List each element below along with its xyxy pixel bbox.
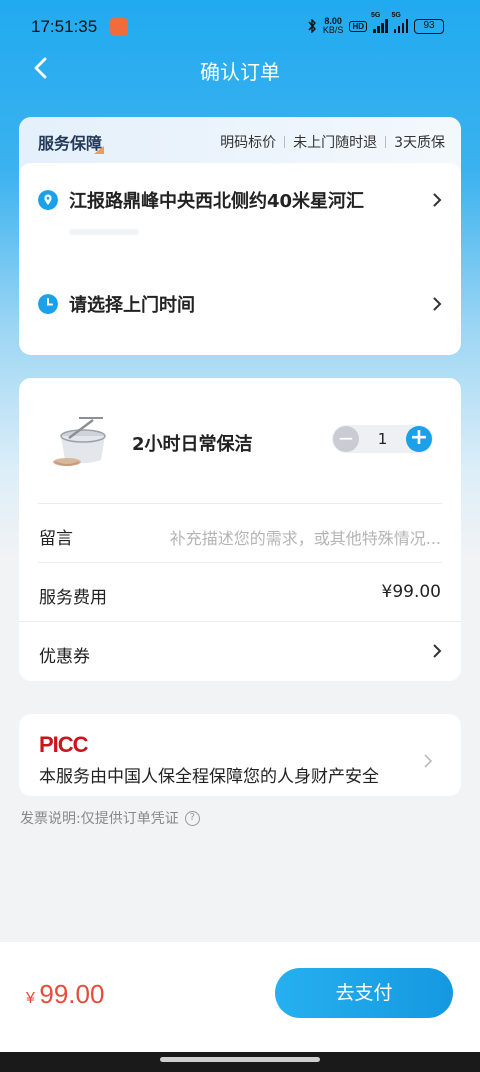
- battery-icon: 93: [414, 18, 444, 34]
- fee-value: ¥99.00: [381, 582, 441, 602]
- hd-icon: HD: [349, 20, 367, 32]
- picc-logo: PICC: [39, 732, 89, 757]
- mop-bucket-image: [53, 417, 106, 466]
- currency-symbol: ¥: [26, 990, 35, 1007]
- invoice-note: 发票说明:仅提供订单凭证 ?: [20, 808, 200, 828]
- system-nav-bar: [0, 1052, 480, 1072]
- divider: [38, 562, 442, 563]
- service-name: 2小时日常保洁: [132, 434, 253, 455]
- guarantee-item: 明码标价: [220, 135, 277, 151]
- address-text: 江报路鼎峰中央西北侧约40米星河汇: [69, 191, 365, 212]
- service-card: 2小时日常保洁 − 1 + 留言 补充描述您的需求，或其他特殊情况... 服务费…: [19, 378, 461, 681]
- divider: [385, 136, 387, 148]
- chevron-right-icon: [433, 297, 442, 311]
- message-label: 留言: [39, 529, 73, 549]
- guarantee-item: 3天质保: [394, 135, 445, 151]
- status-bar: 17:51:35 8.00 KB/S HD 5G 5G 93: [0, 0, 480, 48]
- signal-label-2: 5G: [391, 12, 401, 19]
- guarantee-title: 服务保障: [38, 130, 102, 154]
- signal-icon-1: 5G: [371, 12, 388, 33]
- guarantee-items: 明码标价 未上门随时退 3天质保: [220, 132, 445, 152]
- total-price: ¥ 99.00: [26, 979, 104, 1010]
- chevron-right-icon: [433, 193, 442, 207]
- status-time: 17:51:35: [31, 17, 98, 36]
- location-pin-icon: [38, 190, 58, 210]
- chevron-right-icon: [433, 644, 442, 658]
- total-amount: 99.00: [39, 979, 105, 1009]
- invoice-text: 发票说明:仅提供订单凭证: [20, 811, 179, 827]
- divider: [19, 621, 461, 622]
- speed-unit: KB/S: [322, 25, 344, 35]
- quantity-stepper: − 1 +: [332, 425, 433, 453]
- time-prompt: 请选择上门时间: [69, 295, 195, 316]
- insurance-text: 本服务由中国人保全程保障您的人身财产安全: [39, 767, 379, 787]
- header: 确认订单: [0, 48, 480, 90]
- network-speed: 8.00 KB/S: [323, 17, 344, 35]
- bluetooth-icon: [308, 19, 316, 33]
- pay-button[interactable]: 去支付: [275, 968, 453, 1018]
- insurance-card[interactable]: PICC 本服务由中国人保全程保障您的人身财产安全: [19, 714, 461, 796]
- clock-icon: [38, 294, 58, 314]
- divider: [38, 503, 442, 504]
- address-detail-placeholder: [69, 229, 139, 235]
- help-icon[interactable]: ?: [184, 810, 200, 826]
- coupon-label: 优惠券: [39, 647, 90, 667]
- app-notification-icon: [110, 18, 128, 36]
- signal-icon-2: 5G: [392, 12, 408, 33]
- status-indicators: 8.00 KB/S HD 5G 5G 93: [307, 12, 444, 35]
- guarantee-item: 未上门随时退: [293, 135, 378, 151]
- address-card: 江报路鼎峰中央西北侧约40米星河汇 请选择上门时间: [19, 163, 461, 355]
- divider: [284, 136, 286, 148]
- chevron-right-icon: [424, 754, 433, 768]
- increase-button[interactable]: +: [406, 426, 432, 452]
- message-input[interactable]: 补充描述您的需求，或其他特殊情况...: [170, 525, 441, 549]
- signal-label-1: 5G: [371, 12, 381, 19]
- fee-label: 服务费用: [39, 588, 107, 608]
- home-indicator[interactable]: [160, 1057, 320, 1062]
- checkout-bar: ¥ 99.00 去支付: [0, 942, 480, 1052]
- page-title: 确认订单: [200, 60, 280, 84]
